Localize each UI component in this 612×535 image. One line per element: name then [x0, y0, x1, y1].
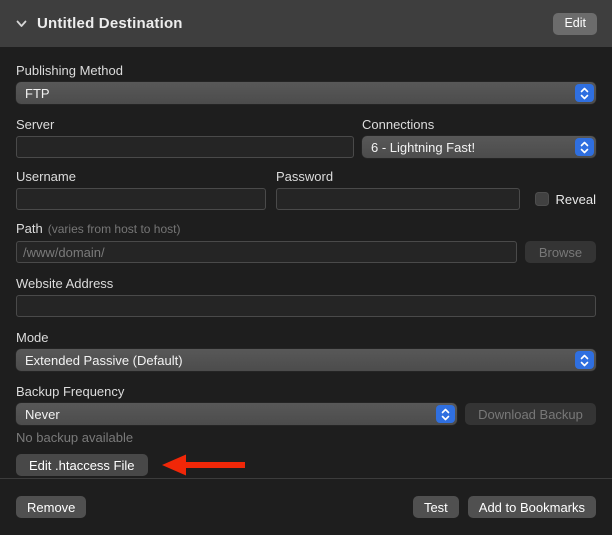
password-label: Password [276, 169, 520, 184]
path-group: Path (varies from host to host) Browse [16, 221, 596, 263]
reveal-checkbox[interactable] [535, 192, 549, 206]
publishing-method-group: Publishing Method FTP [16, 63, 596, 104]
server-group: Server [16, 117, 354, 158]
website-address-label: Website Address [16, 276, 596, 291]
backup-frequency-value: Never [25, 407, 60, 422]
mode-group: Mode Extended Passive (Default) [16, 330, 596, 371]
username-group: Username [16, 169, 266, 210]
backup-status-text: No backup available [16, 430, 596, 445]
mode-select[interactable]: Extended Passive (Default) [16, 349, 596, 371]
remove-button[interactable]: Remove [16, 496, 86, 518]
panel-header: Untitled Destination Edit [0, 0, 612, 47]
edit-button[interactable]: Edit [553, 13, 597, 35]
popup-stepper-icon [575, 138, 594, 156]
path-input[interactable] [16, 241, 517, 263]
download-backup-button[interactable]: Download Backup [465, 403, 596, 425]
test-button[interactable]: Test [413, 496, 459, 518]
reveal-label: Reveal [556, 192, 596, 207]
website-address-group: Website Address [16, 276, 596, 317]
server-connections-row: Server Connections 6 - Lightning Fast! [16, 117, 596, 158]
website-address-input[interactable] [16, 295, 596, 317]
red-arrow-left-icon [161, 452, 247, 478]
path-hint: (varies from host to host) [48, 222, 181, 236]
password-input[interactable] [276, 188, 520, 210]
mode-value: Extended Passive (Default) [25, 353, 183, 368]
publishing-method-label: Publishing Method [16, 63, 596, 78]
browse-button[interactable]: Browse [525, 241, 596, 263]
connections-label: Connections [362, 117, 596, 132]
edit-htaccess-button[interactable]: Edit .htaccess File [16, 454, 148, 476]
popup-stepper-icon [575, 84, 594, 102]
footer-bar: Remove Test Add to Bookmarks [0, 479, 612, 535]
password-group: Password [276, 169, 520, 210]
htaccess-row: Edit .htaccess File [16, 452, 596, 478]
username-label: Username [16, 169, 266, 184]
destination-form: Publishing Method FTP Server Connections… [0, 47, 612, 478]
connections-select[interactable]: 6 - Lightning Fast! [362, 136, 596, 158]
connections-group: Connections 6 - Lightning Fast! [362, 117, 596, 158]
server-label: Server [16, 117, 354, 132]
publishing-method-select[interactable]: FTP [16, 82, 596, 104]
backup-frequency-label: Backup Frequency [16, 384, 596, 399]
server-input[interactable] [16, 136, 354, 158]
path-label: Path [16, 221, 43, 236]
add-to-bookmarks-button[interactable]: Add to Bookmarks [468, 496, 596, 518]
username-input[interactable] [16, 188, 266, 210]
publishing-method-value: FTP [25, 86, 50, 101]
connections-value: 6 - Lightning Fast! [371, 140, 475, 155]
destination-title: Untitled Destination [37, 15, 183, 32]
credentials-row: Username Password Reveal [16, 169, 596, 210]
disclosure-chevron-icon[interactable] [15, 18, 27, 30]
backup-frequency-group: Backup Frequency Never Download Backup N… [16, 384, 596, 445]
popup-stepper-icon [575, 351, 594, 369]
mode-label: Mode [16, 330, 596, 345]
destination-panel: Untitled Destination Edit Publishing Met… [0, 0, 612, 520]
popup-stepper-icon [436, 405, 455, 423]
backup-frequency-select[interactable]: Never [16, 403, 457, 425]
reveal-group: Reveal [530, 188, 596, 210]
